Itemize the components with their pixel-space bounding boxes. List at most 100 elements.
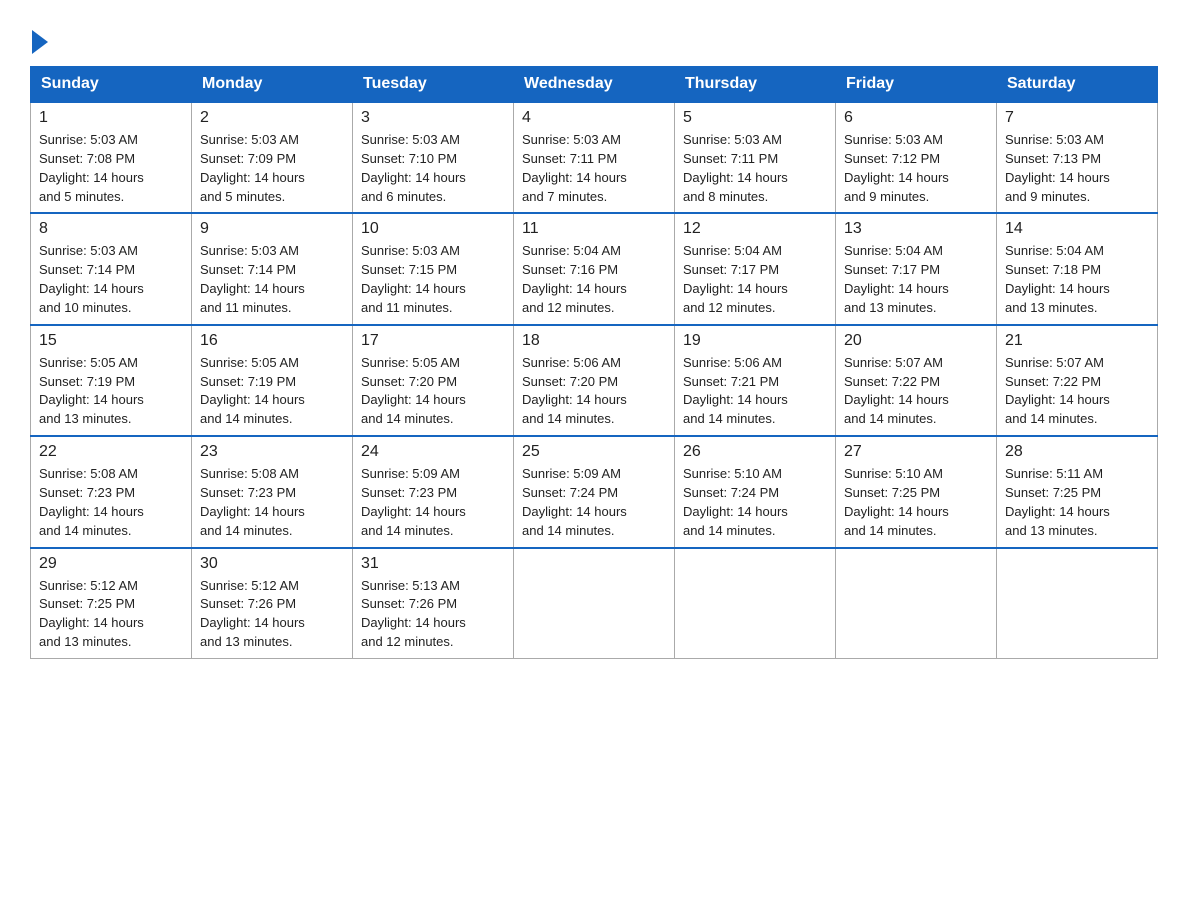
- day-info: Sunrise: 5:03 AMSunset: 7:08 PMDaylight:…: [39, 131, 183, 206]
- day-info: Sunrise: 5:09 AMSunset: 7:24 PMDaylight:…: [522, 465, 666, 540]
- day-number: 3: [361, 109, 505, 127]
- day-number: 19: [683, 332, 827, 350]
- calendar-cell: 26 Sunrise: 5:10 AMSunset: 7:24 PMDaylig…: [675, 436, 836, 547]
- day-header-monday: Monday: [192, 67, 353, 103]
- day-info: Sunrise: 5:04 AMSunset: 7:16 PMDaylight:…: [522, 242, 666, 317]
- day-info: Sunrise: 5:06 AMSunset: 7:20 PMDaylight:…: [522, 354, 666, 429]
- day-number: 18: [522, 332, 666, 350]
- day-number: 9: [200, 220, 344, 238]
- day-info: Sunrise: 5:12 AMSunset: 7:26 PMDaylight:…: [200, 577, 344, 652]
- day-number: 2: [200, 109, 344, 127]
- day-number: 5: [683, 109, 827, 127]
- day-number: 8: [39, 220, 183, 238]
- day-info: Sunrise: 5:05 AMSunset: 7:19 PMDaylight:…: [39, 354, 183, 429]
- day-info: Sunrise: 5:03 AMSunset: 7:11 PMDaylight:…: [522, 131, 666, 206]
- day-number: 28: [1005, 443, 1149, 461]
- day-info: Sunrise: 5:03 AMSunset: 7:12 PMDaylight:…: [844, 131, 988, 206]
- day-header-thursday: Thursday: [675, 67, 836, 103]
- calendar-cell: 11 Sunrise: 5:04 AMSunset: 7:16 PMDaylig…: [514, 213, 675, 324]
- calendar-cell: 20 Sunrise: 5:07 AMSunset: 7:22 PMDaylig…: [836, 325, 997, 436]
- day-info: Sunrise: 5:08 AMSunset: 7:23 PMDaylight:…: [39, 465, 183, 540]
- calendar-cell: 1 Sunrise: 5:03 AMSunset: 7:08 PMDayligh…: [31, 102, 192, 213]
- day-header-wednesday: Wednesday: [514, 67, 675, 103]
- day-info: Sunrise: 5:13 AMSunset: 7:26 PMDaylight:…: [361, 577, 505, 652]
- day-number: 7: [1005, 109, 1149, 127]
- day-number: 13: [844, 220, 988, 238]
- day-number: 21: [1005, 332, 1149, 350]
- calendar-cell: 22 Sunrise: 5:08 AMSunset: 7:23 PMDaylig…: [31, 436, 192, 547]
- calendar-cell: 8 Sunrise: 5:03 AMSunset: 7:14 PMDayligh…: [31, 213, 192, 324]
- day-info: Sunrise: 5:05 AMSunset: 7:19 PMDaylight:…: [200, 354, 344, 429]
- calendar-cell: 12 Sunrise: 5:04 AMSunset: 7:17 PMDaylig…: [675, 213, 836, 324]
- calendar-cell: 29 Sunrise: 5:12 AMSunset: 7:25 PMDaylig…: [31, 548, 192, 659]
- calendar-cell: 10 Sunrise: 5:03 AMSunset: 7:15 PMDaylig…: [353, 213, 514, 324]
- calendar-cell: 31 Sunrise: 5:13 AMSunset: 7:26 PMDaylig…: [353, 548, 514, 659]
- calendar-cell: [514, 548, 675, 659]
- day-header-saturday: Saturday: [997, 67, 1158, 103]
- calendar-cell: 3 Sunrise: 5:03 AMSunset: 7:10 PMDayligh…: [353, 102, 514, 213]
- day-number: 23: [200, 443, 344, 461]
- calendar-cell: 15 Sunrise: 5:05 AMSunset: 7:19 PMDaylig…: [31, 325, 192, 436]
- calendar-cell: 30 Sunrise: 5:12 AMSunset: 7:26 PMDaylig…: [192, 548, 353, 659]
- calendar-cell: 7 Sunrise: 5:03 AMSunset: 7:13 PMDayligh…: [997, 102, 1158, 213]
- day-info: Sunrise: 5:07 AMSunset: 7:22 PMDaylight:…: [1005, 354, 1149, 429]
- calendar: SundayMondayTuesdayWednesdayThursdayFrid…: [30, 66, 1158, 659]
- day-info: Sunrise: 5:07 AMSunset: 7:22 PMDaylight:…: [844, 354, 988, 429]
- calendar-cell: 5 Sunrise: 5:03 AMSunset: 7:11 PMDayligh…: [675, 102, 836, 213]
- logo-line1: [30, 30, 48, 56]
- calendar-cell: [836, 548, 997, 659]
- day-info: Sunrise: 5:03 AMSunset: 7:11 PMDaylight:…: [683, 131, 827, 206]
- day-info: Sunrise: 5:04 AMSunset: 7:17 PMDaylight:…: [683, 242, 827, 317]
- day-info: Sunrise: 5:03 AMSunset: 7:15 PMDaylight:…: [361, 242, 505, 317]
- day-number: 31: [361, 555, 505, 573]
- day-number: 29: [39, 555, 183, 573]
- day-info: Sunrise: 5:11 AMSunset: 7:25 PMDaylight:…: [1005, 465, 1149, 540]
- day-number: 4: [522, 109, 666, 127]
- day-number: 12: [683, 220, 827, 238]
- calendar-cell: 19 Sunrise: 5:06 AMSunset: 7:21 PMDaylig…: [675, 325, 836, 436]
- calendar-cell: 21 Sunrise: 5:07 AMSunset: 7:22 PMDaylig…: [997, 325, 1158, 436]
- day-number: 22: [39, 443, 183, 461]
- calendar-cell: 25 Sunrise: 5:09 AMSunset: 7:24 PMDaylig…: [514, 436, 675, 547]
- calendar-cell: [675, 548, 836, 659]
- day-number: 20: [844, 332, 988, 350]
- calendar-cell: 18 Sunrise: 5:06 AMSunset: 7:20 PMDaylig…: [514, 325, 675, 436]
- day-info: Sunrise: 5:03 AMSunset: 7:14 PMDaylight:…: [39, 242, 183, 317]
- header: [30, 20, 1158, 56]
- calendar-cell: 4 Sunrise: 5:03 AMSunset: 7:11 PMDayligh…: [514, 102, 675, 213]
- day-info: Sunrise: 5:08 AMSunset: 7:23 PMDaylight:…: [200, 465, 344, 540]
- week-row-4: 22 Sunrise: 5:08 AMSunset: 7:23 PMDaylig…: [31, 436, 1158, 547]
- day-info: Sunrise: 5:03 AMSunset: 7:14 PMDaylight:…: [200, 242, 344, 317]
- day-number: 14: [1005, 220, 1149, 238]
- day-number: 24: [361, 443, 505, 461]
- day-info: Sunrise: 5:12 AMSunset: 7:25 PMDaylight:…: [39, 577, 183, 652]
- day-info: Sunrise: 5:03 AMSunset: 7:09 PMDaylight:…: [200, 131, 344, 206]
- calendar-cell: 28 Sunrise: 5:11 AMSunset: 7:25 PMDaylig…: [997, 436, 1158, 547]
- day-number: 6: [844, 109, 988, 127]
- calendar-cell: 17 Sunrise: 5:05 AMSunset: 7:20 PMDaylig…: [353, 325, 514, 436]
- day-info: Sunrise: 5:03 AMSunset: 7:13 PMDaylight:…: [1005, 131, 1149, 206]
- day-info: Sunrise: 5:05 AMSunset: 7:20 PMDaylight:…: [361, 354, 505, 429]
- calendar-cell: 14 Sunrise: 5:04 AMSunset: 7:18 PMDaylig…: [997, 213, 1158, 324]
- day-number: 10: [361, 220, 505, 238]
- calendar-cell: [997, 548, 1158, 659]
- day-info: Sunrise: 5:10 AMSunset: 7:24 PMDaylight:…: [683, 465, 827, 540]
- calendar-cell: 6 Sunrise: 5:03 AMSunset: 7:12 PMDayligh…: [836, 102, 997, 213]
- logo: [30, 30, 48, 56]
- week-row-1: 1 Sunrise: 5:03 AMSunset: 7:08 PMDayligh…: [31, 102, 1158, 213]
- day-number: 26: [683, 443, 827, 461]
- logo-block: [30, 30, 48, 56]
- logo-arrow-icon: [32, 30, 48, 54]
- day-number: 15: [39, 332, 183, 350]
- day-header-tuesday: Tuesday: [353, 67, 514, 103]
- calendar-cell: 16 Sunrise: 5:05 AMSunset: 7:19 PMDaylig…: [192, 325, 353, 436]
- calendar-cell: 24 Sunrise: 5:09 AMSunset: 7:23 PMDaylig…: [353, 436, 514, 547]
- calendar-cell: 9 Sunrise: 5:03 AMSunset: 7:14 PMDayligh…: [192, 213, 353, 324]
- day-info: Sunrise: 5:04 AMSunset: 7:18 PMDaylight:…: [1005, 242, 1149, 317]
- day-number: 27: [844, 443, 988, 461]
- week-row-2: 8 Sunrise: 5:03 AMSunset: 7:14 PMDayligh…: [31, 213, 1158, 324]
- day-info: Sunrise: 5:04 AMSunset: 7:17 PMDaylight:…: [844, 242, 988, 317]
- day-number: 25: [522, 443, 666, 461]
- week-row-3: 15 Sunrise: 5:05 AMSunset: 7:19 PMDaylig…: [31, 325, 1158, 436]
- calendar-cell: 27 Sunrise: 5:10 AMSunset: 7:25 PMDaylig…: [836, 436, 997, 547]
